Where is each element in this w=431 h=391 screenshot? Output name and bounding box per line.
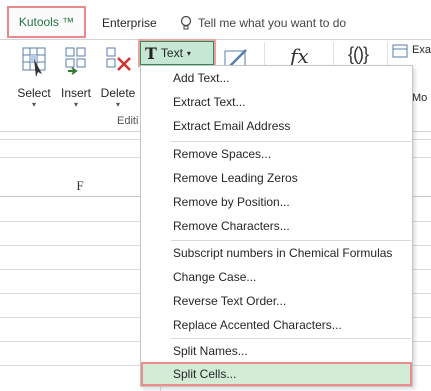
menu-item-remove-spaces[interactable]: Remove Spaces...: [141, 142, 412, 166]
insert-caret-icon: ▾: [73, 100, 78, 109]
delete-grid-icon: [104, 44, 132, 78]
menu-item-add-text[interactable]: Add Text...: [141, 66, 412, 90]
insert-button[interactable]: Insert ▾: [56, 44, 96, 110]
menu-item-split-cells[interactable]: Split Cells...: [141, 362, 412, 386]
tell-me-text: Tell me what you want to do: [198, 16, 347, 30]
select-caret-icon: ▾: [31, 100, 36, 109]
text-dropdown-menu: Add Text... Extract Text... Extract Emai…: [140, 65, 413, 387]
menu-item-extract-email[interactable]: Extract Email Address: [141, 114, 412, 138]
text-T-icon: T: [145, 43, 157, 63]
menu-item-subscript-numbers[interactable]: Subscript numbers in Chemical Formulas: [141, 241, 412, 265]
editing-group-label: Editi: [117, 115, 139, 127]
menu-item-change-case[interactable]: Change Case...: [141, 265, 412, 289]
insert-grid-icon: [62, 44, 90, 78]
menu-item-split-names[interactable]: Split Names...: [141, 339, 412, 363]
menu-item-remove-by-position[interactable]: Remove by Position...: [141, 190, 412, 214]
formula-braces-icon[interactable]: {()}: [348, 44, 369, 65]
delete-caret-icon: ▾: [115, 100, 120, 109]
menu-item-extract-text[interactable]: Extract Text...: [141, 90, 412, 114]
menu-item-replace-accented[interactable]: Replace Accented Characters...: [141, 313, 412, 337]
exact-label[interactable]: Exa: [412, 44, 431, 56]
tell-me-search[interactable]: Tell me what you want to do: [180, 9, 346, 37]
insert-label: Insert: [60, 86, 91, 100]
delete-label: Delete: [100, 86, 136, 100]
select-label: Select: [17, 86, 51, 100]
text-dropdown-button[interactable]: T Text ▾: [138, 39, 216, 67]
ribbon-tab-bar: Kutools ™ Enterprise Tell me what you wa…: [0, 0, 431, 40]
menu-item-remove-characters[interactable]: Remove Characters...: [141, 214, 412, 238]
delete-button[interactable]: Delete ▾: [98, 44, 138, 110]
text-button-label: Text: [160, 46, 183, 60]
select-button[interactable]: Select ▾: [14, 44, 54, 110]
select-grid-icon: [20, 44, 48, 78]
tab-kutools[interactable]: Kutools ™: [7, 6, 86, 38]
text-caret-icon: ▾: [186, 48, 191, 58]
menu-item-reverse-text-order[interactable]: Reverse Text Order...: [141, 289, 412, 313]
column-header-f[interactable]: F: [0, 178, 160, 194]
menu-item-remove-leading-zeros[interactable]: Remove Leading Zeros: [141, 166, 412, 190]
exact-icon: [392, 44, 408, 58]
tab-enterprise[interactable]: Enterprise: [102, 9, 157, 37]
more-label[interactable]: Mo: [412, 92, 427, 104]
lightbulb-icon: [180, 15, 192, 31]
